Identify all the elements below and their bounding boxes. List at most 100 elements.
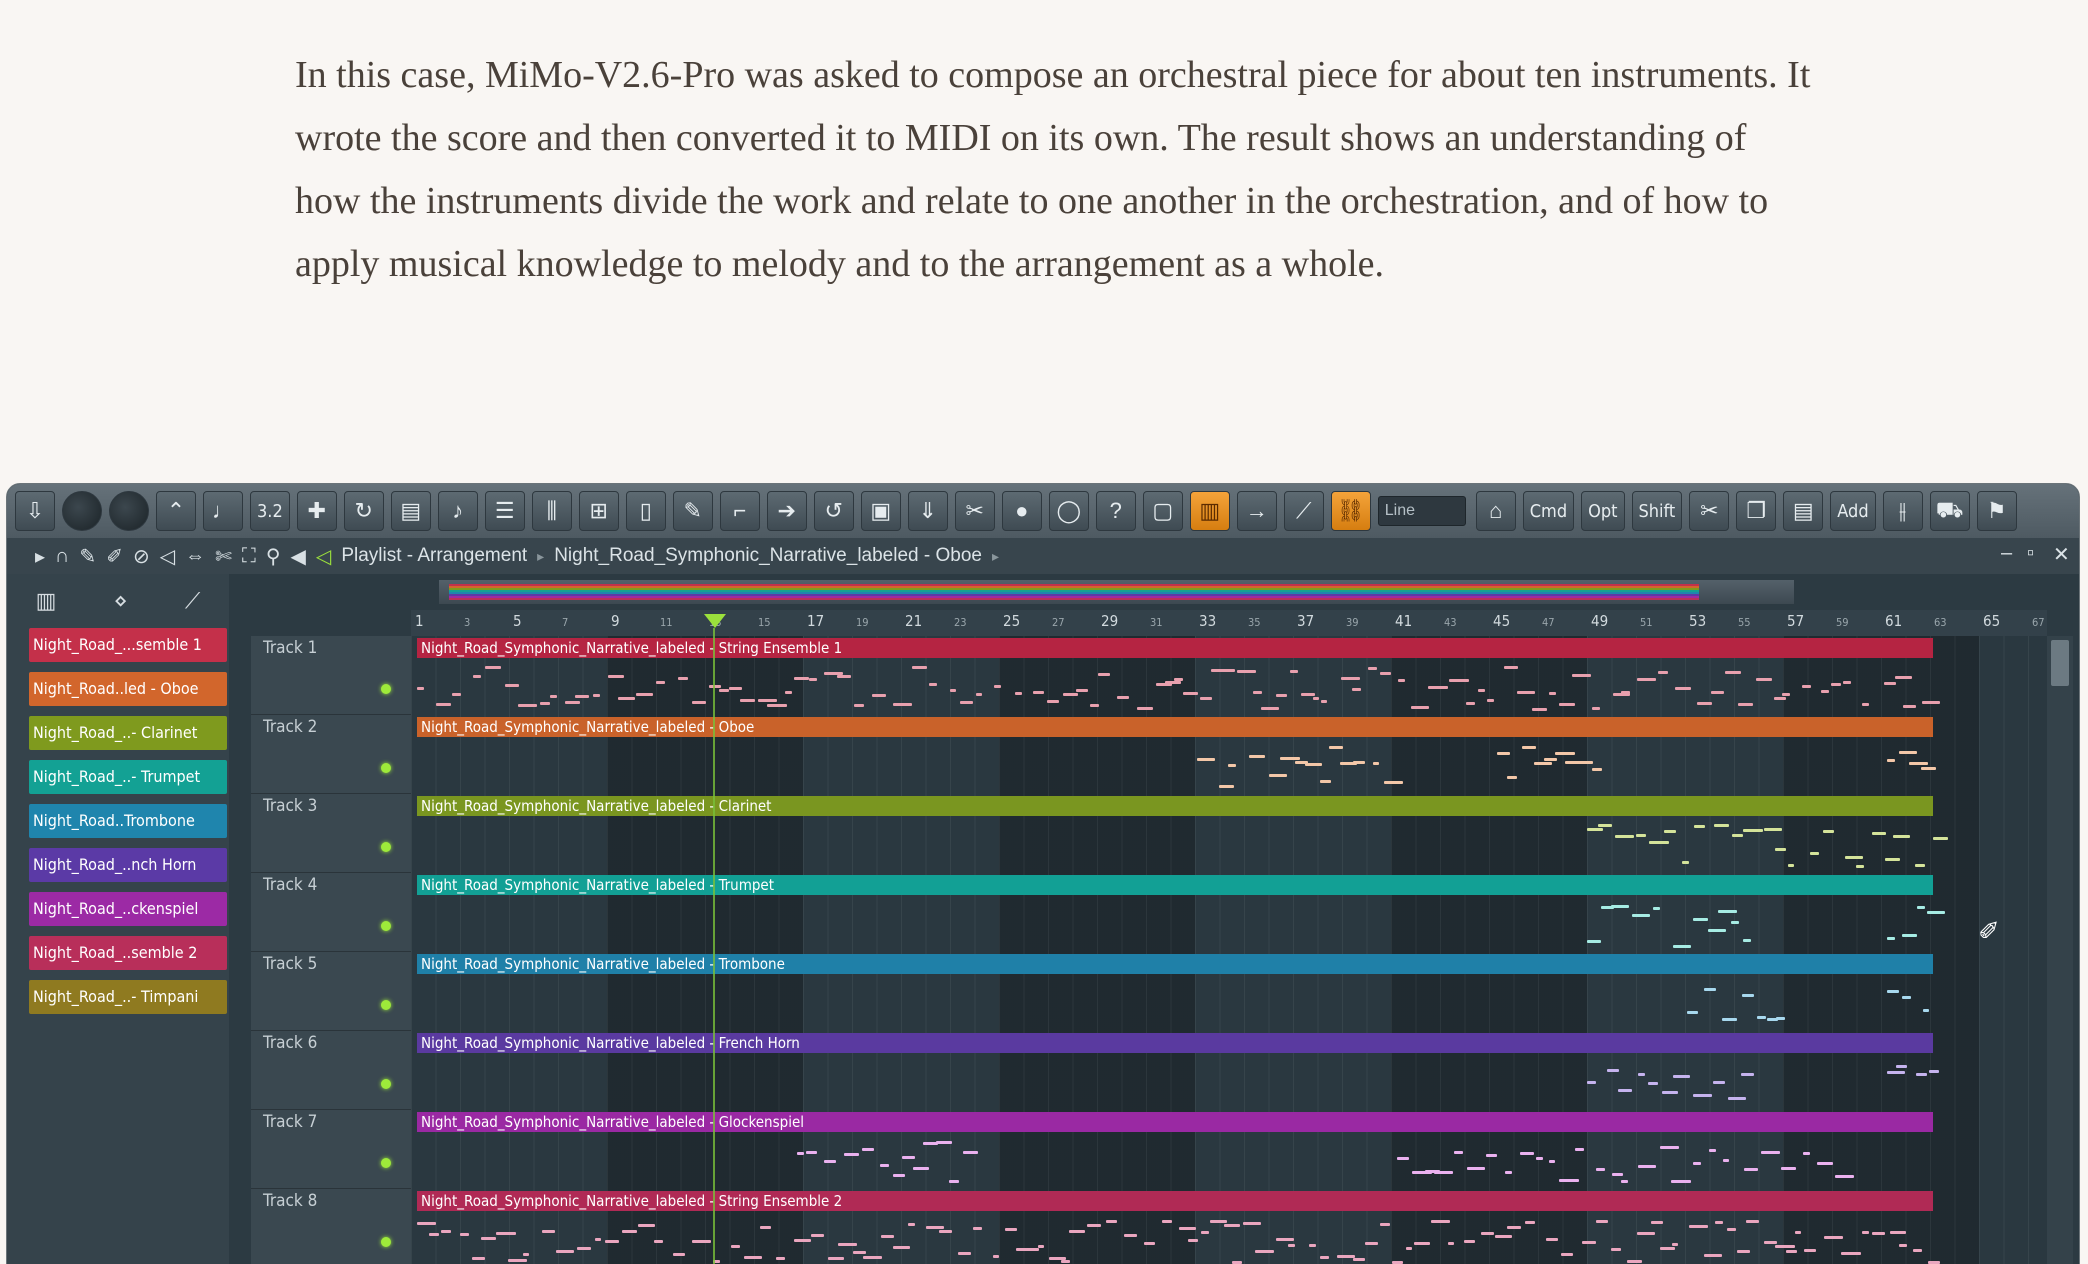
vertical-scrollbar[interactable] bbox=[2047, 636, 2073, 1264]
paint-tool-icon[interactable]: ✐ bbox=[106, 544, 123, 569]
clip-header[interactable]: Night_Road_Symphonic_Narrative_labeled -… bbox=[417, 638, 1933, 658]
menu-arrow-icon[interactable]: ▸ bbox=[35, 544, 45, 569]
pattern-item[interactable]: Night_Road_..- Trumpet bbox=[29, 760, 227, 794]
opt-key-button[interactable]: Opt bbox=[1581, 491, 1625, 531]
mute-tool-icon[interactable]: ◁ bbox=[160, 544, 175, 569]
automation-icon[interactable]: ⟋ bbox=[185, 588, 200, 614]
chat-icon[interactable]: ◯ bbox=[1048, 491, 1089, 531]
master-volume-knob[interactable] bbox=[62, 491, 102, 531]
track-header[interactable]: Track 3 bbox=[251, 794, 411, 873]
link-icon[interactable]: ⛓ bbox=[1330, 491, 1371, 531]
pattern-item[interactable]: Night_Road..Trombone bbox=[29, 804, 227, 838]
undo-icon[interactable]: ↺ bbox=[813, 491, 854, 531]
cart-icon[interactable]: ⛟ bbox=[1929, 491, 1970, 531]
file-icon[interactable]: ▯ bbox=[625, 491, 666, 531]
slip-tool-icon[interactable]: ⇔ bbox=[185, 545, 205, 568]
clip-notes[interactable] bbox=[417, 974, 1933, 1032]
snap-icon[interactable]: ⌃ bbox=[156, 491, 196, 531]
copy-icon[interactable]: ❐ bbox=[1736, 491, 1777, 531]
clip-notes[interactable] bbox=[417, 895, 1946, 953]
track-active-led[interactable] bbox=[381, 842, 391, 852]
next-arrow-icon[interactable]: → bbox=[1236, 491, 1277, 531]
mixer-icon[interactable]: ⫼ bbox=[531, 491, 572, 531]
delete-tool-icon[interactable]: ⊘ bbox=[133, 544, 150, 569]
us-flag-icon[interactable]: ⚑ bbox=[1976, 491, 2017, 531]
arrow-tool-icon[interactable]: ➔ bbox=[766, 491, 807, 531]
pattern-item[interactable]: Night_Road_...semble 1 bbox=[29, 628, 227, 662]
snap-mode-select[interactable]: Line bbox=[1377, 496, 1466, 526]
track-header[interactable]: Track 1 bbox=[251, 636, 411, 715]
master-pitch-knob[interactable] bbox=[109, 491, 149, 531]
channel-rack-icon[interactable]: ☰ bbox=[484, 491, 525, 531]
scroll-thumb[interactable] bbox=[2051, 640, 2069, 686]
breadcrumb-playlist[interactable]: Playlist - Arrangement bbox=[341, 545, 527, 567]
pattern-item[interactable]: Night_Road..led - Oboe bbox=[29, 672, 227, 706]
clip-notes[interactable] bbox=[417, 658, 1941, 716]
track-active-led[interactable] bbox=[381, 921, 391, 931]
track-header[interactable]: Track 6 bbox=[251, 1031, 411, 1110]
clip-header[interactable]: Night_Road_Symphonic_Narrative_labeled -… bbox=[417, 954, 1933, 974]
microphone-icon[interactable]: ● bbox=[1001, 491, 1042, 531]
plugin-icon[interactable]: ✎ bbox=[672, 491, 713, 531]
minimize-icon[interactable]: – bbox=[2001, 542, 2012, 565]
pattern-item[interactable]: Night_Road_..- Timpani bbox=[29, 980, 227, 1014]
breadcrumb-current[interactable]: Night_Road_Symphonic_Narrative_labeled -… bbox=[554, 545, 982, 567]
scissors-icon[interactable]: ✂ bbox=[1689, 491, 1730, 531]
save-icon[interactable]: ▣ bbox=[860, 491, 901, 531]
window-icon[interactable]: ▢ bbox=[1142, 491, 1183, 531]
pattern-item[interactable]: Night_Road_..ckenspiel bbox=[29, 892, 227, 926]
playhead-marker-icon[interactable] bbox=[704, 614, 726, 628]
download-icon[interactable]: ⇩ bbox=[15, 491, 55, 531]
pattern-item[interactable]: Night_Road_..nch Horn bbox=[29, 848, 227, 882]
clip-notes[interactable] bbox=[417, 1053, 1939, 1111]
loop-icon[interactable]: ↻ bbox=[343, 491, 384, 531]
clip-header[interactable]: Night_Road_Symphonic_Narrative_labeled -… bbox=[417, 717, 1933, 737]
track-header[interactable]: Track 4 bbox=[251, 873, 411, 952]
stamp-icon[interactable]: ⌂ bbox=[1475, 491, 1516, 531]
track-header[interactable]: Track 7 bbox=[251, 1110, 411, 1189]
step-edit-icon[interactable]: ▤ bbox=[390, 491, 431, 531]
cut-tool-icon[interactable]: ✂ bbox=[954, 491, 995, 531]
clip-header[interactable]: Night_Road_Symphonic_Narrative_labeled -… bbox=[417, 875, 1933, 895]
brush-icon[interactable]: ⌐ bbox=[719, 491, 760, 531]
track-header[interactable]: Track 5 bbox=[251, 952, 411, 1031]
clip-header[interactable]: Night_Road_Symphonic_Narrative_labeled -… bbox=[417, 1033, 1933, 1053]
magnet-icon[interactable]: ∩ bbox=[55, 545, 69, 568]
help-icon[interactable]: ? bbox=[1095, 491, 1136, 531]
metronome-icon[interactable]: ♩ bbox=[203, 491, 243, 531]
split-icon[interactable]: ⫲ bbox=[1882, 491, 1923, 531]
clip-notes[interactable] bbox=[417, 737, 1936, 795]
piano-icon[interactable]: ▥ bbox=[36, 588, 57, 614]
track-active-led[interactable] bbox=[381, 1079, 391, 1089]
slice-tool-icon[interactable]: ✄ bbox=[215, 544, 232, 569]
browser-icon[interactable]: ⊞ bbox=[578, 491, 619, 531]
track-header[interactable]: Track 8 bbox=[251, 1189, 411, 1264]
arrangement-overview[interactable] bbox=[439, 580, 1794, 604]
select-tool-icon[interactable]: ⛶ bbox=[242, 545, 256, 568]
cmd-key-button[interactable]: Cmd bbox=[1522, 491, 1575, 531]
track-active-led[interactable] bbox=[381, 1237, 391, 1247]
audio-clip-icon[interactable]: ⋄ bbox=[114, 588, 128, 614]
playback-tool-icon[interactable]: ◀ bbox=[291, 544, 306, 569]
track-active-led[interactable] bbox=[381, 684, 391, 694]
clip-notes[interactable] bbox=[417, 816, 1948, 874]
clip-header[interactable]: Night_Road_Symphonic_Narrative_labeled -… bbox=[417, 796, 1933, 816]
zoom-tool-icon[interactable]: ⚲ bbox=[266, 544, 281, 569]
add-pattern-icon[interactable]: ✚ bbox=[296, 491, 337, 531]
breadcrumb-chevron-icon[interactable]: ▸ bbox=[992, 548, 999, 565]
clip-notes[interactable] bbox=[417, 1132, 1933, 1190]
draw-tool-icon[interactable]: ✎ bbox=[79, 544, 96, 569]
typing-keyboard-icon[interactable]: ▥ bbox=[1189, 491, 1230, 531]
pattern-item[interactable]: Night_Road_..semble 2 bbox=[29, 936, 227, 970]
track-active-led[interactable] bbox=[381, 1000, 391, 1010]
clip-notes[interactable] bbox=[417, 1211, 1940, 1264]
track-header[interactable]: Track 2 bbox=[251, 715, 411, 794]
add-button[interactable]: Add bbox=[1830, 491, 1876, 531]
close-icon[interactable]: ✕ bbox=[2053, 542, 2070, 567]
slide-icon[interactable]: ⟋ bbox=[1283, 491, 1324, 531]
clip-header[interactable]: Night_Road_Symphonic_Narrative_labeled -… bbox=[417, 1112, 1933, 1132]
maximize-icon[interactable]: ▫ bbox=[2027, 542, 2034, 565]
playlist-grid[interactable]: Night_Road_Symphonic_Narrative_labeled -… bbox=[411, 636, 2047, 1264]
pattern-item[interactable]: Night_Road_..- Clarinet bbox=[29, 716, 227, 750]
tempo-display[interactable]: 3.2 bbox=[250, 491, 290, 531]
